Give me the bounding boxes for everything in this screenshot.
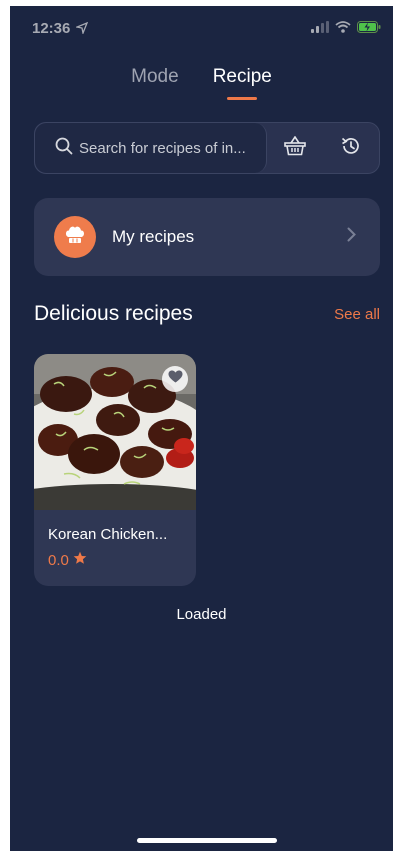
signal-icon: [311, 20, 329, 38]
history-button[interactable]: [323, 123, 379, 173]
my-recipes-label: My recipes: [112, 227, 195, 246]
tab-recipe[interactable]: Recipe: [213, 66, 272, 100]
rating-value: 0.0: [48, 551, 69, 569]
delicious-recipes-header: Delicious recipes See all: [34, 302, 380, 326]
search-bar: Search for recipes of in...: [34, 122, 380, 174]
wifi-icon: [335, 20, 351, 38]
history-icon: [340, 135, 362, 162]
load-status: Loaded: [176, 606, 227, 623]
status-icons: [311, 20, 381, 38]
battery-charging-icon: [357, 20, 381, 38]
basket-icon: [284, 135, 306, 161]
home-indicator: [137, 838, 277, 843]
basket-button[interactable]: [267, 123, 323, 173]
chevron-right-icon: [347, 227, 356, 247]
recipe-card[interactable]: Korean Chicken... 0.0: [34, 354, 196, 586]
recipe-photo: [34, 354, 196, 510]
mode-recipe-tabs: Mode Recipe: [10, 66, 393, 100]
chef-hat-icon: [64, 225, 86, 250]
search-input[interactable]: Search for recipes of in...: [35, 123, 267, 173]
chef-hat-badge: [54, 216, 96, 258]
status-bar: 12:36: [10, 6, 393, 50]
heart-icon: [168, 370, 183, 388]
tab-mode[interactable]: Mode: [131, 66, 179, 100]
location-arrow-icon: [74, 21, 89, 39]
app-screen: 12:36 Mode Recipe Search for recipes of …: [10, 6, 393, 851]
recipe-name: Korean Chicken...: [48, 526, 168, 543]
status-time: 12:36: [32, 20, 71, 37]
section-title: Delicious recipes: [34, 302, 193, 325]
recipe-rating: 0.0: [48, 551, 87, 569]
search-icon: [55, 137, 73, 160]
my-recipes-button[interactable]: My recipes: [34, 198, 380, 276]
star-icon: [73, 551, 87, 569]
favorite-button[interactable]: [162, 366, 188, 392]
search-placeholder: Search for recipes of in...: [79, 139, 246, 157]
see-all-link[interactable]: See all: [334, 306, 380, 323]
